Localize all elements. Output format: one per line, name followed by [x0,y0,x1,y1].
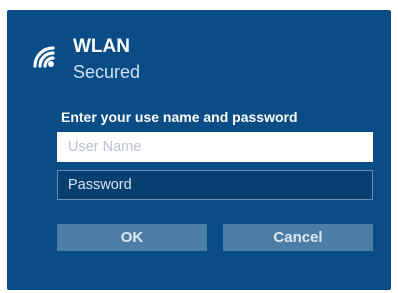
ok-button[interactable]: OK [57,224,207,251]
network-name: WLAN [73,36,130,57]
credentials-prompt: Enter your use name and password [61,109,298,125]
network-status: Secured [73,62,141,82]
cancel-button[interactable]: Cancel [223,224,373,251]
username-input[interactable] [57,132,373,162]
wlan-login-dialog: WLAN Secured Enter your use name and pas… [7,10,391,290]
password-input[interactable] [57,170,373,200]
wifi-icon [33,46,55,68]
